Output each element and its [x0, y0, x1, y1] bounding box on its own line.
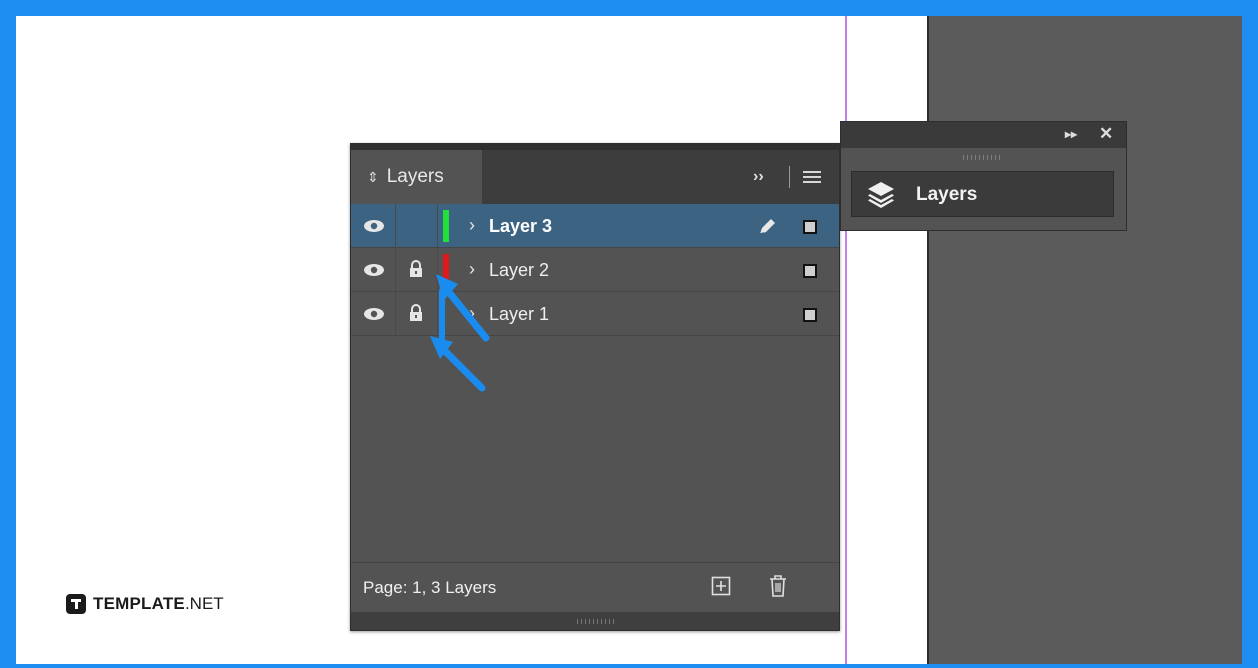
- pasteboard: [927, 16, 1242, 664]
- grip-dots: [577, 619, 617, 624]
- chevron-right-icon[interactable]: ›: [469, 303, 475, 324]
- layers-panel: ⇕ Layers ›› › Layer 3 › Layer 2 › Layer …: [350, 143, 840, 631]
- column-divider: [437, 204, 438, 248]
- chevron-right-icon[interactable]: ›: [469, 215, 475, 236]
- logo-text-light: .NET: [184, 594, 224, 613]
- page-layer-count: Page: 1, 3 Layers: [363, 578, 497, 597]
- layer-name[interactable]: Layer 3: [489, 216, 552, 237]
- column-divider: [437, 292, 438, 336]
- logo-text-bold: TEMPLATE: [93, 594, 185, 613]
- pen-icon: [759, 219, 775, 235]
- eye-icon[interactable]: [363, 263, 385, 277]
- layer-name[interactable]: Layer 1: [489, 304, 549, 325]
- layer-row-3[interactable]: › Layer 3: [351, 204, 839, 248]
- tab-layers-label: Layers: [386, 166, 444, 187]
- close-icon[interactable]: ✕: [1099, 124, 1113, 144]
- logo-icon: [66, 594, 86, 614]
- lock-icon[interactable]: [408, 304, 424, 322]
- eye-icon[interactable]: [363, 307, 385, 321]
- column-divider: [395, 292, 396, 336]
- layer-select-square[interactable]: [803, 308, 817, 322]
- layers-icon: [868, 182, 894, 208]
- grip-dots[interactable]: [963, 155, 1003, 160]
- panel-header: ⇕ Layers ››: [351, 144, 839, 204]
- lock-icon[interactable]: [408, 260, 424, 278]
- template-net-logo: TEMPLATE .NET: [66, 594, 224, 614]
- sort-arrows-icon: ⇕: [367, 168, 379, 185]
- new-layer-icon[interactable]: [711, 576, 731, 596]
- collapsed-layers-panel: ▸▸ ✕ Layers: [840, 121, 1127, 231]
- mini-layers-label: Layers: [916, 184, 978, 205]
- panel-menu-icon[interactable]: [803, 171, 821, 183]
- mini-layers-button[interactable]: Layers: [851, 171, 1114, 217]
- chevron-right-icon[interactable]: ›: [469, 259, 475, 280]
- tab-layers[interactable]: ⇕ Layers: [351, 150, 482, 204]
- collapse-panel-icon[interactable]: ››: [753, 168, 764, 186]
- mini-panel-header[interactable]: ▸▸ ✕: [841, 122, 1126, 148]
- margin-guide: [845, 16, 847, 664]
- column-divider: [395, 204, 396, 248]
- column-divider: [437, 248, 438, 292]
- layer-row-1[interactable]: › Layer 1: [351, 292, 839, 336]
- layer-color-strip: [443, 254, 449, 286]
- panel-resize-grip[interactable]: [351, 612, 839, 630]
- panel-footer: Page: 1, 3 Layers: [351, 562, 839, 613]
- eye-icon[interactable]: [363, 219, 385, 233]
- layer-name[interactable]: Layer 2: [489, 260, 549, 281]
- expand-panel-icon[interactable]: ▸▸: [1065, 127, 1077, 141]
- layer-select-square[interactable]: [803, 264, 817, 278]
- header-divider: [789, 166, 790, 188]
- layer-select-square[interactable]: [803, 220, 817, 234]
- column-divider: [395, 248, 396, 292]
- layer-row-2[interactable]: › Layer 2: [351, 248, 839, 292]
- document-canvas: ⇕ Layers ›› › Layer 3 › Layer 2 › Layer …: [16, 16, 1242, 664]
- trash-icon[interactable]: [768, 574, 788, 598]
- layer-color-strip: [443, 210, 449, 242]
